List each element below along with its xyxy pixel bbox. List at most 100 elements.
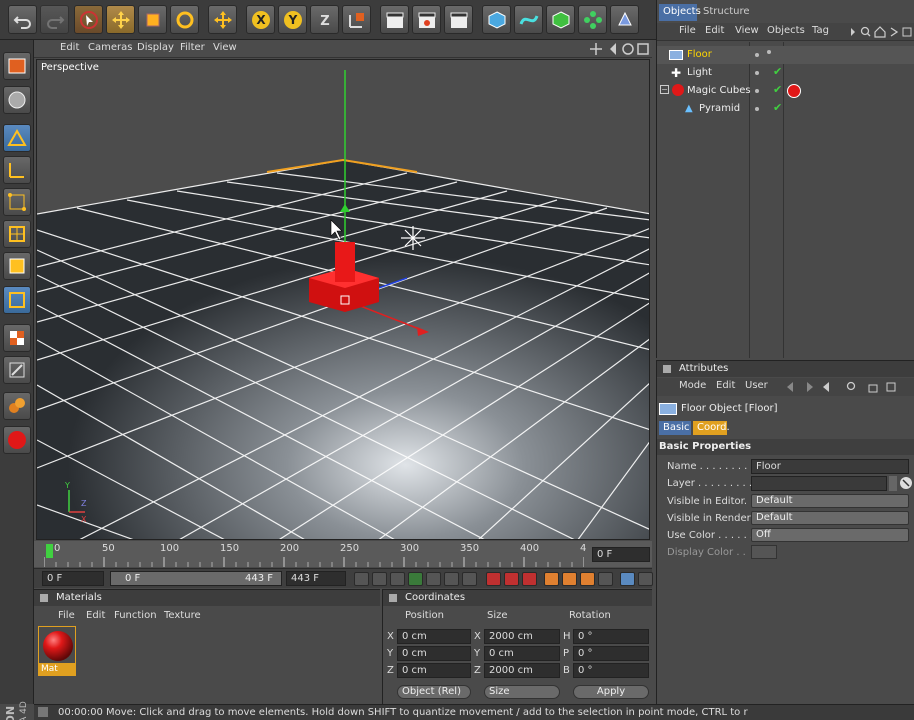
attributes-menu-edit[interactable]: Edit bbox=[716, 380, 735, 391]
y-axis-lock-button[interactable]: Y bbox=[278, 5, 307, 34]
render-settings-button[interactable] bbox=[444, 5, 473, 34]
rotation-b-field[interactable]: 0 ° bbox=[573, 663, 649, 678]
object-row-floor[interactable]: Floor bbox=[657, 46, 914, 64]
end-frame-field[interactable]: 443 F bbox=[286, 571, 346, 586]
add-array-button[interactable] bbox=[578, 5, 607, 34]
preview-range-slider[interactable]: 0 F 443 F bbox=[110, 571, 282, 586]
collapse-icon[interactable]: − bbox=[660, 85, 669, 94]
key-pla-button[interactable] bbox=[620, 572, 635, 586]
record-button[interactable] bbox=[3, 426, 31, 454]
objects-menu-view[interactable]: View bbox=[735, 25, 759, 36]
tweak-mode-button[interactable] bbox=[3, 324, 31, 352]
layer-arrow-icon[interactable] bbox=[889, 476, 897, 491]
key-rotation-button[interactable] bbox=[580, 572, 595, 586]
add-spline-button[interactable] bbox=[514, 5, 543, 34]
undo-button[interactable] bbox=[8, 5, 37, 34]
material-swatch-mat[interactable]: Mat bbox=[38, 626, 76, 676]
autokey-button[interactable] bbox=[504, 572, 519, 586]
points-mode-button[interactable] bbox=[3, 188, 31, 216]
polygons-mode-button[interactable] bbox=[3, 252, 31, 280]
redo-button[interactable] bbox=[40, 5, 69, 34]
move-tool-button[interactable] bbox=[106, 5, 135, 34]
viewport-menu-edit[interactable]: Edit bbox=[60, 42, 79, 53]
rotate-tool-button[interactable] bbox=[170, 5, 199, 34]
model-mode-button[interactable] bbox=[3, 124, 31, 152]
z-axis-lock-button[interactable]: Z bbox=[310, 5, 339, 34]
play-button[interactable] bbox=[408, 572, 423, 586]
viewport-menu-filter[interactable]: Filter bbox=[180, 42, 205, 53]
prev-frame-button[interactable] bbox=[390, 572, 405, 586]
recent-tools-button[interactable] bbox=[208, 5, 237, 34]
visibility-dot-icon[interactable] bbox=[767, 50, 771, 54]
sculpt-button[interactable] bbox=[3, 392, 31, 420]
tab-basic[interactable]: Basic bbox=[659, 421, 691, 435]
key-scale-button[interactable] bbox=[562, 572, 577, 586]
enabled-check-icon[interactable]: ✔ bbox=[773, 101, 782, 114]
current-frame-field[interactable]: 0 F bbox=[592, 547, 650, 562]
go-to-start-button[interactable] bbox=[354, 572, 369, 586]
make-editable-button[interactable] bbox=[3, 52, 31, 80]
timeline-ruler[interactable]: 0 50 100 150 200 250 300 350 400 4 0 F bbox=[34, 541, 652, 567]
attributes-menu-mode[interactable]: Mode bbox=[679, 380, 706, 391]
objects-menu-file[interactable]: File bbox=[679, 25, 696, 36]
go-to-end-button[interactable] bbox=[462, 572, 477, 586]
size-mode-dropdown[interactable]: Size bbox=[484, 685, 560, 699]
use-color-dropdown[interactable]: Off bbox=[751, 528, 909, 542]
layer-field[interactable] bbox=[751, 476, 887, 491]
snap-button[interactable] bbox=[3, 356, 31, 384]
enabled-check-icon[interactable]: ✔ bbox=[773, 83, 782, 96]
viewport-menu-view[interactable]: View bbox=[213, 42, 237, 53]
scale-tool-button[interactable] bbox=[138, 5, 167, 34]
timeline-playhead[interactable] bbox=[46, 544, 53, 558]
object-row-pyramid[interactable]: ▲ Pyramid ✔ bbox=[657, 100, 914, 118]
visibility-dot-icon[interactable] bbox=[755, 107, 759, 111]
visible-in-editor-dropdown[interactable]: Default bbox=[751, 494, 909, 508]
rotation-p-field[interactable]: 0 ° bbox=[573, 646, 649, 661]
key-param-button[interactable] bbox=[598, 572, 613, 586]
size-z-field[interactable]: 2000 cm bbox=[484, 663, 560, 678]
viewport-scene[interactable]: Y Z X bbox=[37, 60, 650, 540]
visibility-dot-icon[interactable] bbox=[755, 53, 759, 57]
name-field[interactable]: Floor bbox=[751, 459, 909, 474]
start-frame-field[interactable]: 0 F bbox=[42, 571, 104, 586]
object-axis-button[interactable] bbox=[3, 156, 31, 184]
materials-menu-function[interactable]: Function bbox=[114, 610, 157, 621]
record-keys-button[interactable] bbox=[486, 572, 501, 586]
next-key-button[interactable] bbox=[444, 572, 459, 586]
coordinate-mode-dropdown[interactable]: Object (Rel) bbox=[397, 685, 471, 699]
attributes-menu-user[interactable]: User bbox=[745, 380, 768, 391]
coordinate-system-button[interactable] bbox=[342, 5, 371, 34]
object-row-magic-cubes[interactable]: − Magic Cubes ✔ bbox=[657, 82, 914, 100]
x-axis-lock-button[interactable]: X bbox=[246, 5, 275, 34]
materials-menu-edit[interactable]: Edit bbox=[86, 610, 105, 621]
object-manager-icons[interactable] bbox=[851, 26, 913, 38]
object-row-light[interactable]: ✚ Light ✔ bbox=[657, 64, 914, 82]
attributes-nav-icons[interactable] bbox=[787, 381, 913, 393]
render-view-button[interactable] bbox=[380, 5, 409, 34]
materials-menu-file[interactable]: File bbox=[58, 610, 75, 621]
viewport-menu-display[interactable]: Display bbox=[137, 42, 174, 53]
tab-objects[interactable]: Objects bbox=[659, 4, 701, 21]
size-y-field[interactable]: 0 cm bbox=[484, 646, 560, 661]
key-position-button[interactable] bbox=[544, 572, 559, 586]
add-cube-button[interactable] bbox=[482, 5, 511, 34]
materials-menu-texture[interactable]: Texture bbox=[164, 610, 201, 621]
objects-menu-objects[interactable]: Objects bbox=[767, 25, 805, 36]
visibility-dot-icon[interactable] bbox=[755, 89, 759, 93]
position-x-field[interactable]: 0 cm bbox=[397, 629, 471, 644]
render-picture-viewer-button[interactable] bbox=[412, 5, 441, 34]
live-selection-button[interactable] bbox=[74, 5, 103, 34]
objects-menu-tag[interactable]: Tag bbox=[812, 25, 829, 36]
position-y-field[interactable]: 0 cm bbox=[397, 646, 471, 661]
add-deformer-button[interactable] bbox=[610, 5, 639, 34]
viewport-nav-icons[interactable] bbox=[590, 42, 650, 56]
scheme-button[interactable] bbox=[638, 572, 653, 586]
keyframe-selection-button[interactable] bbox=[522, 572, 537, 586]
prev-key-button[interactable] bbox=[372, 572, 387, 586]
tab-coord[interactable]: Coord. bbox=[693, 421, 730, 435]
layer-picker-icon[interactable] bbox=[899, 476, 913, 490]
enable-axis-button[interactable] bbox=[3, 286, 31, 314]
add-nurbs-button[interactable] bbox=[546, 5, 575, 34]
size-x-field[interactable]: 2000 cm bbox=[484, 629, 560, 644]
display-color-swatch[interactable] bbox=[751, 545, 777, 559]
